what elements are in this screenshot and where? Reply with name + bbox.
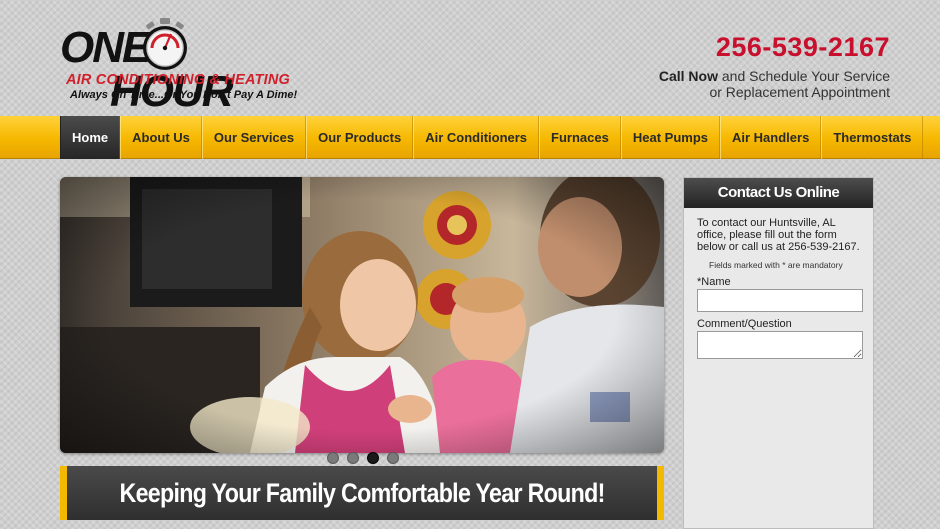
nav-item-our-products[interactable]: Our Products [306,116,414,159]
nav-item-about-us[interactable]: About Us [120,116,202,159]
cta-text-line2: or Replacement Appointment [709,84,890,100]
nav-item-furnaces[interactable]: Furnaces [539,116,621,159]
cta-text: and Schedule Your Service [717,68,890,84]
comment-field[interactable] [697,331,863,359]
slide-dot-3[interactable] [367,452,379,464]
cta-bold-text: Call Now [658,68,718,84]
contact-form-panel: Contact Us Online To contact our Huntsvi… [683,177,874,529]
nav-item-heat-pumps[interactable]: Heat Pumps [620,116,720,159]
slide-dot-4[interactable] [387,452,399,464]
main-navigation: Home About Us Our Services Our Products … [0,116,940,159]
contact-intro-text: To contact our Huntsville, AL office, pl… [697,217,860,253]
hero-photo [60,177,664,453]
slide-dot-1[interactable] [327,452,339,464]
name-field[interactable] [697,289,863,312]
stopwatch-icon [143,18,187,70]
contact-panel-title: Contact Us Online [684,178,873,208]
company-logo[interactable]: ONEHOUR AIR CONDITIONING & HEATING Alway… [60,12,310,114]
comment-label: Comment/Question [697,318,792,330]
banner-text: Keeping Your Family Comfortable Year Rou… [119,477,605,508]
nav-item-our-services[interactable]: Our Services [201,116,307,159]
site-header: ONEHOUR AIR CONDITIONING & HEATING Alway… [0,0,940,116]
nav-item-air-conditioners[interactable]: Air Conditioners [413,116,540,159]
header-call-to-action: Call Now and Schedule Your Service or Re… [659,68,890,100]
slideshow-caption-banner: Keeping Your Family Comfortable Year Rou… [60,466,664,520]
name-label: *Name [697,276,731,288]
nav-item-thermostats[interactable]: Thermostats [821,116,924,159]
logo-subtitle: AIR CONDITIONING & HEATING [66,72,291,88]
nav-item-air-handlers[interactable]: Air Handlers [720,116,822,159]
slideshow-pagination [327,452,399,464]
nav-menu: Home About Us Our Services Our Products … [60,116,924,159]
hero-slideshow-image[interactable] [60,177,664,453]
logo-tagline: Always On Time...Or You Don't Pay A Dime… [70,89,298,101]
mandatory-fields-note: Fields marked with * are mandatory [709,260,843,270]
nav-item-home[interactable]: Home [60,116,121,159]
logo-word-one: ONE [60,23,151,72]
header-phone-number[interactable]: 256-539-2167 [716,32,890,63]
slide-dot-2[interactable] [347,452,359,464]
